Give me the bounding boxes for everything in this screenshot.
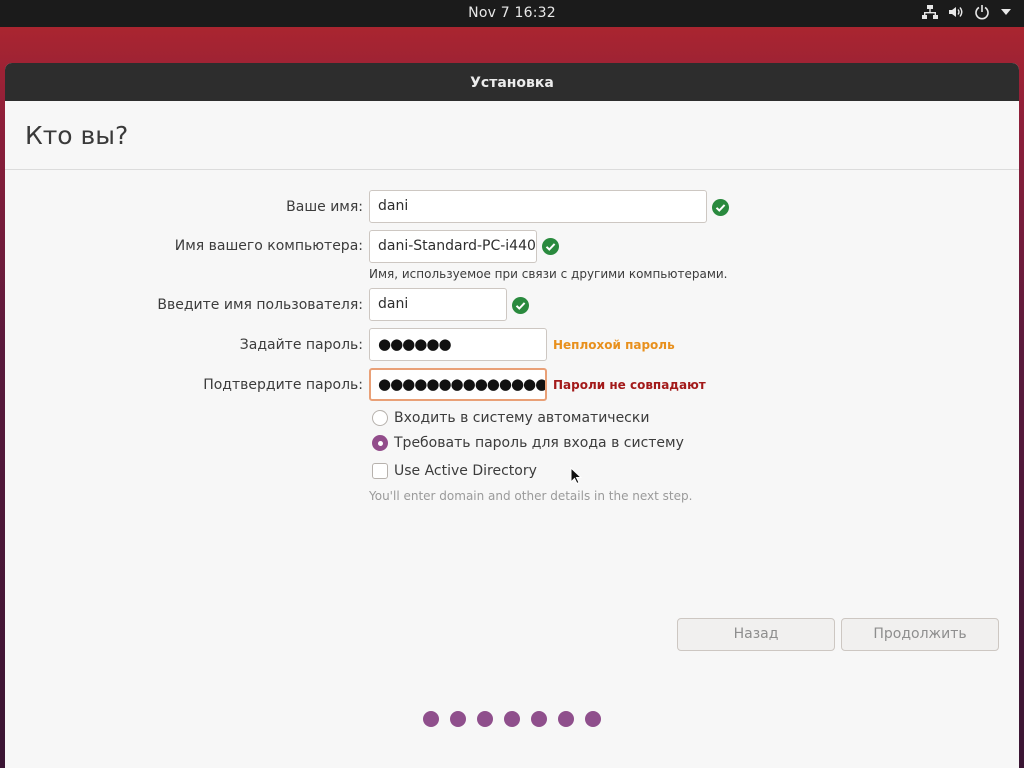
progress-indicator xyxy=(423,711,601,727)
require-password-radio[interactable]: Требовать пароль для входа в систему xyxy=(372,435,684,451)
check-icon xyxy=(512,297,529,314)
divider xyxy=(5,169,1019,170)
computer-name-label: Имя вашего компьютера: xyxy=(174,238,363,254)
chevron-down-icon[interactable] xyxy=(1000,6,1012,18)
checkbox-icon[interactable] xyxy=(372,463,388,479)
radio-selected-icon[interactable] xyxy=(372,435,388,451)
auto-login-label: Входить в систему автоматически xyxy=(394,410,650,426)
volume-icon[interactable] xyxy=(948,4,964,20)
continue-button[interactable]: Продолжить xyxy=(841,618,999,651)
installer-window: Установка Кто вы? Ваше имя: dani Имя ваш… xyxy=(5,63,1019,768)
confirm-password-label: Подтвердите пароль: xyxy=(203,377,363,393)
username-label: Введите имя пользователя: xyxy=(157,297,363,313)
active-directory-label: Use Active Directory xyxy=(394,463,537,479)
clock[interactable]: Nov 7 16:32 xyxy=(0,5,1024,21)
system-tray[interactable] xyxy=(922,4,1012,20)
password-input[interactable]: ●●●●●● xyxy=(369,328,547,361)
check-icon xyxy=(712,199,729,216)
progress-dot xyxy=(423,711,439,727)
name-label: Ваше имя: xyxy=(286,199,363,215)
name-input[interactable]: dani xyxy=(369,190,707,223)
active-directory-checkbox[interactable]: Use Active Directory xyxy=(372,463,537,479)
auto-login-radio[interactable]: Входить в систему автоматически xyxy=(372,410,649,426)
radio-icon[interactable] xyxy=(372,410,388,426)
network-icon[interactable] xyxy=(922,4,938,20)
back-button[interactable]: Назад xyxy=(677,618,835,651)
username-input[interactable]: dani xyxy=(369,288,507,321)
top-bar: Nov 7 16:32 xyxy=(0,0,1024,27)
page-title: Кто вы? xyxy=(25,121,129,150)
password-mismatch-error: Пароли не совпадают xyxy=(553,378,706,392)
password-strength: Неплохой пароль xyxy=(553,338,675,352)
computer-name-input[interactable]: dani-Standard-PC-i440 xyxy=(369,230,537,263)
active-directory-hint: You'll enter domain and other details in… xyxy=(369,489,693,503)
progress-dot xyxy=(531,711,547,727)
progress-dot xyxy=(450,711,466,727)
progress-dot xyxy=(585,711,601,727)
check-icon xyxy=(542,238,559,255)
require-password-label: Требовать пароль для входа в систему xyxy=(394,435,684,451)
confirm-password-input[interactable]: ●●●●●●●●●●●●●● xyxy=(369,368,547,401)
window-title: Установка xyxy=(5,63,1019,101)
power-icon[interactable] xyxy=(974,4,990,20)
progress-dot xyxy=(504,711,520,727)
progress-dot xyxy=(477,711,493,727)
progress-dot xyxy=(558,711,574,727)
computer-name-hint: Имя, используемое при связи с другими ко… xyxy=(369,267,728,281)
mouse-cursor-icon xyxy=(570,466,583,489)
password-label: Задайте пароль: xyxy=(239,337,363,353)
